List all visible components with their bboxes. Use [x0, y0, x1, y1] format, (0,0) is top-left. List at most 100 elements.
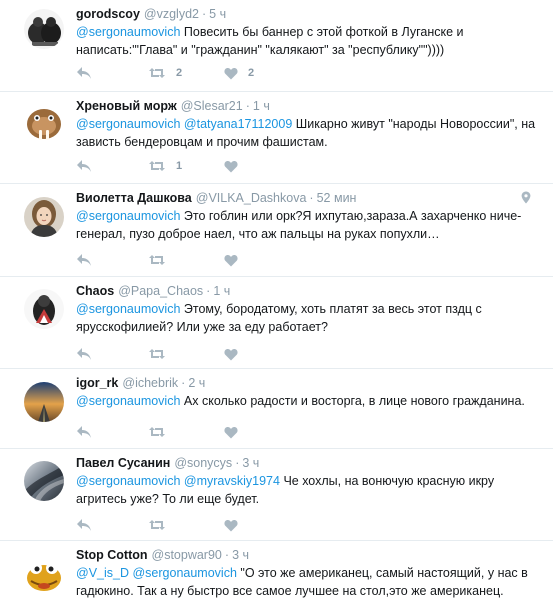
- reply-button[interactable]: [76, 65, 92, 81]
- retweet-button[interactable]: 1: [148, 158, 182, 174]
- author-name[interactable]: Chaos: [76, 284, 114, 298]
- retweet-count: 1: [176, 160, 183, 172]
- reply-button[interactable]: [76, 346, 92, 362]
- tweet-header: Stop Cotton @stopwar90 · 3 ч: [76, 547, 543, 563]
- mention-link[interactable]: @sergonaumovich: [76, 394, 180, 408]
- avatar[interactable]: [24, 289, 64, 329]
- retweet-button[interactable]: [148, 517, 176, 533]
- tweet-header: Виолетта Дашкова @VILKA_Dashkova · 52 мин: [76, 190, 543, 206]
- tweet[interactable]: Chaos @Papa_Chaos · 1 ч @sergonaumovich Это…: [0, 277, 553, 369]
- like-button[interactable]: 2: [224, 65, 254, 81]
- tweet-time[interactable]: 1 ч: [213, 284, 230, 298]
- author-handle[interactable]: @vzglyd2: [144, 7, 199, 21]
- retweet-icon: [149, 349, 165, 359]
- tweet-text: @sergonaumovich Это гоблин или орк?Я ихп…: [76, 207, 536, 243]
- author-name[interactable]: gorodscoy: [76, 7, 140, 21]
- author-handle[interactable]: @VILKA_Dashkova: [196, 191, 307, 205]
- author-handle[interactable]: @Papa_Chaos: [118, 284, 203, 298]
- like-button[interactable]: [224, 252, 248, 268]
- avatar[interactable]: [24, 382, 64, 422]
- tweet-header: igor_rk @ichebrik · 2 ч: [76, 375, 543, 391]
- author-name[interactable]: Павел Сусанин: [76, 456, 170, 470]
- tweet-text: @sergonaumovich Ах сколько радости и вос…: [76, 392, 536, 410]
- like-button[interactable]: [224, 424, 248, 440]
- tweet-feed: gorodscoy @vzglyd2 · 5 ч @sergonaumovich По…: [0, 0, 553, 615]
- reply-icon: [77, 519, 91, 531]
- mention-link[interactable]: @sergonaumovich: [76, 25, 180, 39]
- avatar[interactable]: [24, 553, 64, 593]
- author-name[interactable]: Stop Cotton: [76, 548, 148, 562]
- avatar[interactable]: [24, 461, 64, 501]
- retweet-button[interactable]: [148, 424, 176, 440]
- reply-icon: [77, 426, 91, 438]
- author-handle[interactable]: @Slesar21: [181, 99, 243, 113]
- tweet-header: Chaos @Papa_Chaos · 1 ч: [76, 283, 543, 299]
- tweet[interactable]: gorodscoy @vzglyd2 · 5 ч @sergonaumovich По…: [0, 0, 553, 92]
- mention-link[interactable]: @sergonaumovich: [76, 117, 180, 131]
- mention-link[interactable]: @V_is_D: [76, 566, 129, 580]
- separator-dot: ·: [181, 376, 186, 390]
- tweet[interactable]: Павел Сусанин @sonycys · 3 ч @sergonaumovic…: [0, 449, 553, 541]
- tweet[interactable]: Хреновый морж @Slesar21 · 1 ч @sergonaumovi…: [0, 92, 553, 184]
- tweet-text: @sergonaumovich Этому, бородатому, хоть …: [76, 300, 536, 336]
- retweet-button[interactable]: [148, 346, 176, 362]
- retweet-icon: [149, 427, 165, 437]
- tweet-text: @sergonaumovich @myravskiy1974 Че хохлы,…: [76, 472, 536, 508]
- avatar-image: [24, 553, 64, 593]
- mention-link[interactable]: @sergonaumovich: [76, 209, 180, 223]
- tweet-time[interactable]: 3 ч: [242, 456, 259, 470]
- like-button[interactable]: [224, 517, 248, 533]
- reply-button[interactable]: [76, 158, 92, 174]
- tweet[interactable]: Stop Cotton @stopwar90 · 3 ч @V_is_D @sergo…: [0, 541, 553, 615]
- mention-link[interactable]: @sergonaumovich: [76, 302, 180, 316]
- avatar[interactable]: [24, 9, 64, 49]
- retweet-icon: [149, 161, 165, 171]
- author-handle[interactable]: @sonycys: [174, 456, 232, 470]
- tweet-time[interactable]: 52 мин: [317, 191, 357, 205]
- author-handle[interactable]: @ichebrik: [122, 376, 178, 390]
- mention-link[interactable]: @myravskiy1974: [184, 474, 280, 488]
- author-handle[interactable]: @stopwar90: [152, 548, 222, 562]
- reply-button[interactable]: [76, 517, 92, 533]
- avatar-image: [24, 9, 64, 49]
- retweet-button[interactable]: [148, 252, 176, 268]
- separator-dot: ·: [201, 7, 207, 21]
- tweet-time[interactable]: 2 ч: [188, 376, 205, 390]
- tweet-header: Хреновый морж @Slesar21 · 1 ч: [76, 98, 543, 114]
- separator-dot: ·: [309, 191, 314, 205]
- avatar-image: [24, 382, 64, 422]
- avatar-image: [24, 197, 64, 237]
- reply-button[interactable]: [76, 252, 92, 268]
- avatar-image: [24, 103, 64, 143]
- heart-icon: [224, 160, 238, 172]
- author-name[interactable]: Хреновый морж: [76, 99, 177, 113]
- reply-icon: [77, 67, 91, 79]
- reply-icon: [77, 348, 91, 360]
- avatar[interactable]: [24, 197, 64, 237]
- tweet-time[interactable]: 3 ч: [232, 548, 249, 562]
- tweet-time[interactable]: 5 ч: [209, 7, 226, 21]
- retweet-button[interactable]: 2: [148, 65, 182, 81]
- heart-icon: [224, 519, 238, 531]
- tweet[interactable]: igor_rk @ichebrik · 2 ч @sergonaumovich Ах …: [0, 369, 553, 449]
- tweet-time[interactable]: 1 ч: [253, 99, 270, 113]
- retweet-icon: [149, 255, 165, 265]
- retweet-icon: [149, 520, 165, 530]
- author-name[interactable]: igor_rk: [76, 376, 118, 390]
- avatar[interactable]: [24, 103, 64, 143]
- mention-link[interactable]: @sergonaumovich: [76, 474, 180, 488]
- mention-link[interactable]: @tatyana17112009: [184, 117, 292, 131]
- mention-link[interactable]: @sergonaumovich: [132, 566, 236, 580]
- tweet[interactable]: Виолетта Дашкова @VILKA_Dashkova · 52 мин @…: [0, 184, 553, 277]
- separator-dot: ·: [235, 456, 240, 470]
- tweet-text: @sergonaumovich @tatyana17112009 Шикарно…: [76, 115, 536, 151]
- tweet-body: Ах сколько радости и восторга, в лице но…: [180, 394, 525, 408]
- retweet-icon: [149, 68, 165, 78]
- author-name[interactable]: Виолетта Дашкова: [76, 191, 192, 205]
- reply-button[interactable]: [76, 424, 92, 440]
- like-button[interactable]: [224, 346, 248, 362]
- like-button[interactable]: [224, 158, 248, 174]
- separator-dot: ·: [224, 548, 230, 562]
- tweet-header: gorodscoy @vzglyd2 · 5 ч: [76, 6, 543, 22]
- separator-dot: ·: [245, 99, 250, 113]
